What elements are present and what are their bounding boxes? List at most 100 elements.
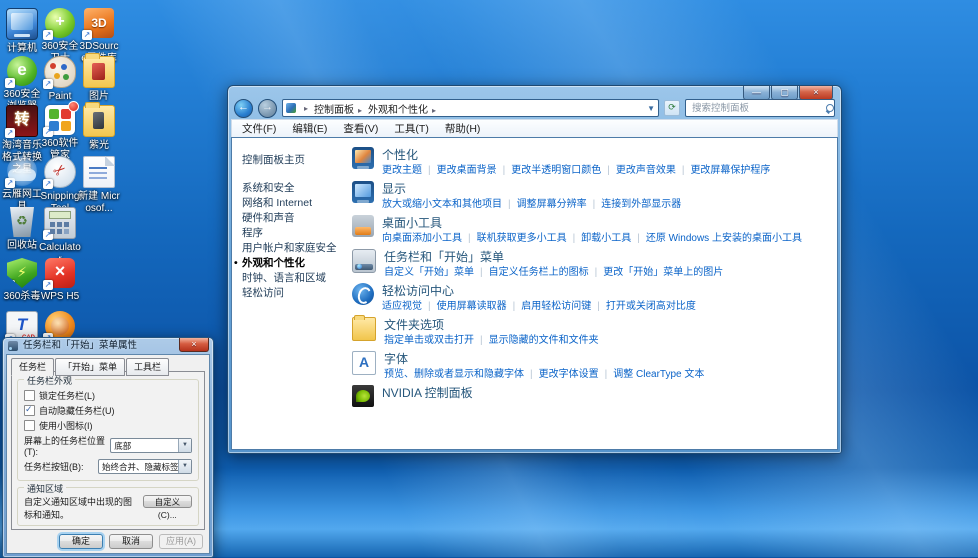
computer-icon (6, 8, 38, 40)
desktop-icon-pictures[interactable]: 图片 (77, 56, 121, 103)
shortcut-arrow-icon: ↗ (5, 128, 15, 138)
title-bar[interactable]: — ▢ × (228, 86, 841, 97)
sidebar-item-ease-of-access[interactable]: 轻松访问 (242, 286, 350, 301)
link-connect-external-display[interactable]: 连接到外部显示器 (587, 199, 682, 210)
link-show-hidden-files[interactable]: 显示隐藏的文件和文件夹 (474, 335, 599, 346)
shortcut-arrow-icon: ↗ (43, 230, 53, 240)
notification-area-text: 自定义通知区域中出现的图标和通知。 (24, 495, 139, 521)
link-high-contrast[interactable]: 打开或关闭高对比度 (591, 301, 696, 312)
section-title-personalization[interactable]: 个性化 (382, 146, 418, 163)
360-software-manager-icon: ↗ (45, 105, 75, 135)
breadcrumb-root-arrow[interactable] (298, 103, 310, 114)
link-preview-fonts[interactable]: 预览、删除或者显示和隐藏字体 (384, 369, 524, 380)
apply-button[interactable]: 应用(A) (159, 534, 203, 549)
link-change-screensaver[interactable]: 更改屏幕保护程序 (676, 165, 771, 176)
sidebar-item-appearance-personalization[interactable]: 外观和个性化 (242, 256, 350, 271)
desktop-icon-ziguang-folder[interactable]: 紫光 (77, 105, 121, 152)
menu-file[interactable]: 文件(F) (242, 121, 276, 136)
checkbox-row-autohide-taskbar[interactable]: 自动隐藏任务栏(U) (24, 404, 192, 417)
section-title-nvidia[interactable]: NVIDIA 控制面板 (382, 384, 473, 401)
360-browser-icon: ↗ (7, 56, 37, 86)
link-single-double-click[interactable]: 指定单击或双击打开 (384, 335, 474, 346)
link-enable-easy-access-keys[interactable]: 启用轻松访问键 (507, 301, 592, 312)
link-adjust-resolution[interactable]: 调整屏幕分辨率 (502, 199, 587, 210)
autohide-taskbar-checkbox[interactable] (24, 405, 35, 416)
taskbar-start-menu-icon (352, 249, 376, 273)
menu-view[interactable]: 查看(V) (343, 121, 378, 136)
minimize-button[interactable]: — (743, 86, 770, 100)
section-title-ease-of-access[interactable]: 轻松访问中心 (382, 282, 454, 299)
sidebar-item-user-accounts[interactable]: 用户帐户和家庭安全 (242, 241, 350, 256)
lock-taskbar-checkbox[interactable] (24, 390, 35, 401)
link-get-more-gadgets[interactable]: 联机获取更多小工具 (462, 233, 567, 244)
address-dropdown-icon[interactable]: ▼ (647, 104, 655, 113)
menu-edit[interactable]: 编辑(E) (292, 121, 327, 136)
link-customize-taskbar-icons[interactable]: 自定义任务栏上的图标 (474, 267, 589, 278)
shortcut-arrow-icon: ↗ (43, 179, 53, 189)
refresh-button[interactable]: ⟳ (664, 100, 680, 116)
sidebar-item-hardware-sound[interactable]: 硬件和声音 (242, 211, 350, 226)
link-restore-gadgets[interactable]: 还原 Windows 上安装的桌面小工具 (631, 233, 802, 244)
folder-options-icon (352, 317, 376, 341)
link-change-desktop-background[interactable]: 更改桌面背景 (422, 165, 497, 176)
search-input[interactable] (690, 102, 826, 115)
sidebar-item-clock-language-region[interactable]: 时钟、语言和区域 (242, 271, 350, 286)
taskbar-buttons-dropdown[interactable]: 始终合并、隐藏标签 ▼ (98, 459, 192, 474)
360-antivirus-icon: ↗ (7, 258, 37, 288)
cancel-button[interactable]: 取消 (109, 534, 153, 549)
section-taskbar-start-menu: 任务栏和「开始」菜单 自定义「开始」菜单自定义任务栏上的图标更改「开始」菜单上的… (352, 248, 829, 279)
360-safe-icon: ↗ (45, 8, 75, 38)
shortcut-arrow-icon: ↗ (5, 178, 15, 188)
link-change-window-color[interactable]: 更改半透明窗口颜色 (497, 165, 602, 176)
section-title-folder-options[interactable]: 文件夹选项 (384, 316, 444, 333)
sidebar-item-system-security[interactable]: 系统和安全 (242, 181, 350, 196)
section-fonts: 字体 预览、删除或者显示和隐藏字体更改字体设置调整 ClearType 文本 (352, 350, 829, 381)
link-accommodate-vision[interactable]: 适应视觉 (382, 301, 422, 312)
dialog-tabs: 任务栏 「开始」菜单 工具栏 (11, 358, 170, 376)
chevron-down-icon: ▼ (178, 439, 191, 452)
link-change-font-settings[interactable]: 更改字体设置 (524, 369, 599, 380)
link-adjust-cleartype[interactable]: 调整 ClearType 文本 (599, 369, 705, 380)
link-use-screen-reader[interactable]: 使用屏幕读取器 (422, 301, 507, 312)
tab-taskbar[interactable]: 任务栏 (11, 358, 54, 376)
search-box[interactable] (685, 99, 835, 117)
window-content: 控制面板主页 系统和安全 网络和 Internet 硬件和声音 程序 用户帐户和… (231, 137, 838, 450)
tab-toolbars[interactable]: 工具栏 (126, 358, 169, 376)
section-title-display[interactable]: 显示 (382, 180, 406, 197)
desktop-icon-wps[interactable]: ↗WPS H5 (38, 258, 82, 303)
sidebar-item-programs[interactable]: 程序 (242, 226, 350, 241)
shortcut-arrow-icon: ↗ (5, 78, 15, 88)
link-customize-start-menu[interactable]: 自定义「开始」菜单 (384, 267, 474, 278)
close-button[interactable]: × (799, 86, 833, 100)
sidebar-item-home[interactable]: 控制面板主页 (242, 152, 350, 167)
link-change-start-menu-picture[interactable]: 更改「开始」菜单上的图片 (589, 267, 724, 278)
sidebar-item-network-internet[interactable]: 网络和 Internet (242, 196, 350, 211)
link-change-theme[interactable]: 更改主题 (382, 165, 422, 176)
menu-help[interactable]: 帮助(H) (445, 121, 481, 136)
section-title-taskbar-start-menu[interactable]: 任务栏和「开始」菜单 (384, 248, 504, 265)
breadcrumb-appearance[interactable]: 外观和个性化 (366, 101, 438, 116)
section-title-desktop-gadgets[interactable]: 桌面小工具 (382, 214, 442, 231)
small-icons-checkbox[interactable] (24, 420, 35, 431)
desktop-icon-new-document[interactable]: 新建 Microsof... (77, 156, 121, 215)
dialog-title: 任务栏和「开始」菜单属性 × (3, 338, 213, 354)
maximize-button[interactable]: ▢ (771, 86, 798, 100)
taskbar-position-dropdown[interactable]: 底部 ▼ (110, 438, 192, 453)
tab-start-menu[interactable]: 「开始」菜单 (55, 358, 125, 376)
address-bar[interactable]: 控制面板 外观和个性化 ▼ (282, 99, 659, 117)
desktop-icon-paint[interactable]: ↗Paint (38, 56, 82, 103)
link-uninstall-gadgets[interactable]: 卸载小工具 (567, 233, 632, 244)
link-add-gadgets[interactable]: 向桌面添加小工具 (382, 233, 462, 244)
section-title-fonts[interactable]: 字体 (384, 350, 408, 367)
link-make-text-larger[interactable]: 放大或缩小文本和其他项目 (382, 199, 502, 210)
customize-button[interactable]: 自定义(C)... (143, 495, 192, 508)
back-button[interactable]: ← (234, 99, 253, 118)
forward-button[interactable]: → (258, 99, 277, 118)
breadcrumb-control-panel[interactable]: 控制面板 (312, 101, 364, 116)
menu-tools[interactable]: 工具(T) (394, 121, 428, 136)
ok-button[interactable]: 确定 (59, 534, 103, 549)
link-change-sound-effects[interactable]: 更改声音效果 (601, 165, 676, 176)
dialog-close-button[interactable]: × (179, 338, 209, 352)
checkbox-row-lock-taskbar[interactable]: 锁定任务栏(L) (24, 389, 192, 402)
checkbox-row-small-icons[interactable]: 使用小图标(I) (24, 419, 192, 432)
